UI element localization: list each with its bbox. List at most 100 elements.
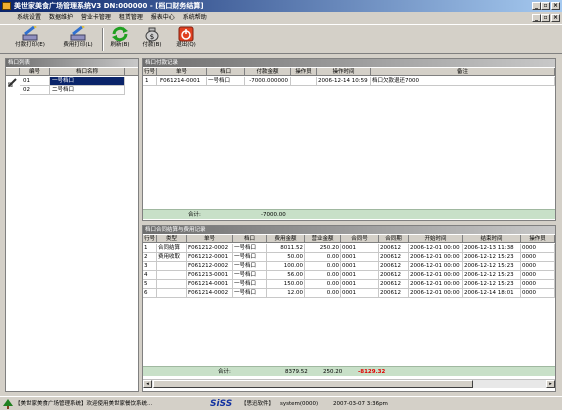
operator: 0000: [521, 253, 555, 262]
row-number: 1: [143, 77, 157, 86]
contract-number: 0001: [341, 262, 379, 271]
operator: 0000: [521, 289, 555, 298]
start-time: 2006-12-01 00:00: [409, 244, 463, 253]
fee-print-button[interactable]: 费用打印(L): [58, 26, 98, 53]
column-header[interactable]: 单号: [187, 235, 233, 243]
contract-records-header: 行号 类型 单号 档口 费用金额 营业金额 合同号 合同期 开始时间 结束时间 …: [143, 235, 555, 243]
contract-number: 0001: [341, 271, 379, 280]
column-header[interactable]: 行号: [143, 235, 157, 243]
contract-number: 0001: [341, 289, 379, 298]
column-header[interactable]: 操作员: [521, 235, 555, 243]
column-header[interactable]: 行号: [143, 68, 157, 76]
fee-amount: 12.00: [267, 289, 305, 298]
payment-button[interactable]: $ 付款(B): [138, 26, 166, 53]
row-number: 2: [143, 253, 157, 262]
column-header[interactable]: 单号: [157, 68, 207, 76]
child-restore-button[interactable]: ▫: [541, 14, 550, 22]
table-row[interactable]: 2 费用收取 F061212-0001 一号档口 50.00 0.00 0001 200612…: [143, 253, 555, 262]
record-type: [157, 271, 187, 280]
column-header[interactable]: 操作时间: [317, 68, 371, 76]
column-header[interactable]: 开始时间: [409, 235, 463, 243]
payment-records-header: 行号 单号 档口 付款金额 操作员 操作时间 备注: [143, 68, 555, 76]
scroll-right-arrow[interactable]: ▸: [546, 380, 555, 388]
payment-print-button[interactable]: 付款打印(E): [10, 26, 50, 53]
exit-button[interactable]: 退出(Q): [172, 26, 200, 53]
contract-total-row: 合计: 8379.52 250.20 -8129.32: [143, 366, 555, 376]
column-header[interactable]: 备注: [371, 68, 555, 76]
money-bag-icon: $: [145, 27, 159, 42]
stall: 一号档口: [233, 244, 267, 253]
column-header[interactable]: 类型: [157, 235, 187, 243]
order-number: F061212-0002: [187, 262, 233, 271]
maximize-button[interactable]: ▫: [541, 2, 550, 10]
column-header[interactable]: 营业金额: [305, 235, 341, 243]
table-row[interactable]: 01 一号档口: [6, 77, 125, 86]
start-time: 2006-12-01 00:00: [409, 253, 463, 262]
close-button[interactable]: ×: [551, 2, 560, 10]
column-header[interactable]: 合同号: [341, 235, 379, 243]
operator: 0000: [521, 280, 555, 289]
horizontal-scrollbar[interactable]: ◂ ▸: [143, 379, 555, 388]
column-header[interactable]: 档口: [207, 68, 245, 76]
table-row[interactable]: 02 二号档口: [6, 86, 125, 95]
fee-amount: 150.00: [267, 280, 305, 289]
column-header[interactable]: 结束时间: [463, 235, 521, 243]
payment-total-row: 合计: -7000.00: [143, 209, 555, 219]
column-header[interactable]: 费用金额: [267, 235, 305, 243]
stall-list-title: 档口列表: [6, 59, 138, 67]
refresh-button[interactable]: 刷新(B): [106, 26, 134, 53]
svg-text:$: $: [150, 33, 154, 41]
toolbar: 付款打印(E) 费用打印(L) 刷新(B) $ 付款(B) 退出(Q): [0, 24, 562, 54]
contract-period: 200612: [379, 280, 409, 289]
order-number: F061213-0001: [187, 271, 233, 280]
column-header[interactable]: 档口: [233, 235, 267, 243]
table-row[interactable]: 1 合同结算 F061212-0002 一号档口 8011.52 250.20 0001 20…: [143, 244, 555, 253]
stall: 一号档口: [233, 262, 267, 271]
order-number: F061214-0001: [187, 280, 233, 289]
business-amount: 0.00: [305, 280, 341, 289]
order-number: F061212-0001: [187, 253, 233, 262]
table-row[interactable]: 1 F061214-0001 一号档口 -7000.000000 2006-12…: [143, 77, 555, 86]
minimize-button[interactable]: _: [532, 2, 541, 10]
stall-list-panel: 档口列表 编号 档口名称 01 一号档口 02 二号档口: [5, 58, 139, 392]
menu-data-maintenance[interactable]: 数据维护: [46, 12, 76, 24]
child-minimize-button[interactable]: _: [532, 14, 541, 22]
exit-icon: [178, 26, 194, 42]
table-row[interactable]: 3 F061212-0002 一号档口 100.00 0.00 0001 200612 200…: [143, 262, 555, 271]
row-indicator-header: [6, 68, 20, 76]
column-header[interactable]: 档口名称: [50, 68, 125, 76]
total-business: 250.20: [323, 369, 343, 375]
menu-system-help[interactable]: 系统帮助: [180, 12, 210, 24]
stall-name: 二号档口: [50, 86, 125, 95]
menu-lease-management[interactable]: 租赁管理: [116, 12, 146, 24]
table-row[interactable]: 4 F061213-0001 一号档口 56.00 0.00 0001 200612 2006…: [143, 271, 555, 280]
pen-print-icon: [22, 26, 38, 41]
operator: 0000: [521, 262, 555, 271]
operator: [291, 77, 317, 86]
scrollbar-thumb[interactable]: [153, 380, 473, 388]
menu-card-management[interactable]: 营业卡管理: [78, 12, 114, 24]
business-amount: 0.00: [305, 271, 341, 280]
record-type: [157, 289, 187, 298]
end-time: 2006-12-12 15:23: [463, 271, 521, 280]
table-row[interactable]: 6 F061214-0002 一号档口 12.00 0.00 0001 200612 2006…: [143, 289, 555, 298]
payment-records-title: 档口付款记录: [143, 59, 555, 67]
menu-system-settings[interactable]: 系统设置: [14, 12, 44, 24]
fee-amount: 50.00: [267, 253, 305, 262]
child-close-button[interactable]: ×: [551, 14, 560, 22]
row-number: 1: [143, 244, 157, 253]
column-header[interactable]: 编号: [20, 68, 50, 76]
stall: 一号档口: [207, 77, 245, 86]
column-header[interactable]: 操作员: [291, 68, 317, 76]
row-number: 6: [143, 289, 157, 298]
tree-icon: [3, 399, 13, 409]
operator: 0000: [521, 271, 555, 280]
scroll-left-arrow[interactable]: ◂: [143, 380, 152, 388]
column-header[interactable]: 合同期: [379, 235, 409, 243]
table-row[interactable]: 5 F061214-0001 一号档口 150.00 0.00 0001 200612 200…: [143, 280, 555, 289]
payment-amount: -7000.000000: [245, 77, 291, 86]
column-header[interactable]: 付款金额: [245, 68, 291, 76]
menu-report-center[interactable]: 报表中心: [148, 12, 178, 24]
business-amount: 0.00: [305, 289, 341, 298]
record-type: 合同结算: [157, 244, 187, 253]
